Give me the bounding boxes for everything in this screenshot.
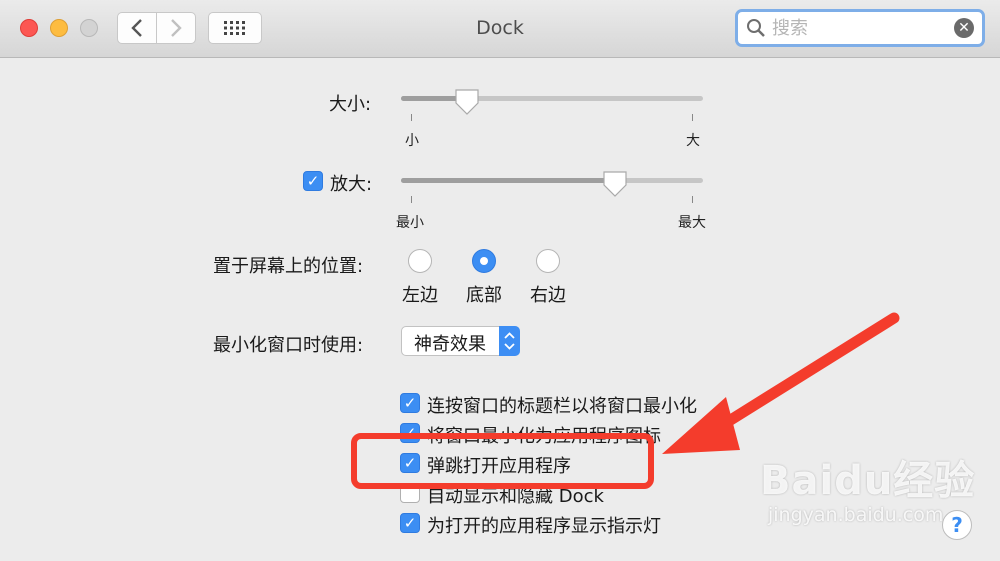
zoom-window-button[interactable] <box>80 19 98 37</box>
size-tick-max <box>692 114 693 121</box>
title-bar: Dock ✕ <box>0 0 1000 58</box>
watermark-brand: Baidu经验 <box>760 458 976 504</box>
chevron-right-icon <box>171 19 182 37</box>
magnification-slider-fill <box>401 178 615 183</box>
window-title: Dock <box>476 17 524 39</box>
grid-icon <box>224 21 245 35</box>
minimize-effect-label: 最小化窗口时使用: <box>213 335 364 356</box>
position-left-radio[interactable] <box>408 249 432 273</box>
option-label-double-click-minimize: 连按窗口的标题栏以将窗口最小化 <box>427 396 697 417</box>
magnification-max-label: 最大 <box>678 215 706 231</box>
annotation-highlight-box <box>351 433 654 489</box>
magnification-tick-min <box>411 196 412 203</box>
clear-search-icon[interactable]: ✕ <box>954 18 974 38</box>
search-input[interactable] <box>772 15 942 41</box>
close-window-button[interactable] <box>20 19 38 37</box>
updown-arrows-icon <box>499 326 520 356</box>
size-slider[interactable] <box>401 96 703 101</box>
magnification-slider[interactable] <box>401 178 703 183</box>
magnification-slider-thumb[interactable] <box>602 170 628 198</box>
position-right-radio[interactable] <box>536 249 560 273</box>
size-min-label: 小 <box>405 133 419 149</box>
minimize-effect-select[interactable]: 神奇效果 <box>401 326 520 356</box>
magnification-label: 放大: <box>330 174 373 195</box>
size-tick-min <box>411 114 412 121</box>
position-right-label: 右边 <box>530 285 566 306</box>
search-icon <box>747 19 765 37</box>
position-bottom-label: 底部 <box>466 285 502 306</box>
back-button[interactable] <box>117 12 157 44</box>
minimize-effect-value: 神奇效果 <box>414 334 486 355</box>
magnification-tick-max <box>692 196 693 203</box>
position-label: 置于屏幕上的位置: <box>213 256 364 277</box>
chevron-left-icon <box>131 19 142 37</box>
show-all-button[interactable] <box>208 12 262 44</box>
position-bottom-radio[interactable] <box>472 249 496 273</box>
magnification-min-label: 最小 <box>396 215 424 231</box>
baidu-watermark: Baidu经验 jingyan.baidu.com <box>760 448 975 526</box>
option-checkbox-double-click-minimize[interactable]: ✓ <box>400 393 420 413</box>
size-max-label: 大 <box>686 133 700 149</box>
help-button[interactable]: ? <box>942 510 972 540</box>
magnification-checkbox[interactable]: ✓ <box>303 171 323 191</box>
size-slider-thumb[interactable] <box>454 88 480 116</box>
size-label: 大小: <box>329 94 372 115</box>
position-left-label: 左边 <box>402 285 438 306</box>
forward-button[interactable] <box>156 12 196 44</box>
option-checkbox-show-indicators[interactable]: ✓ <box>400 513 420 533</box>
search-field[interactable]: ✕ <box>735 9 985 47</box>
minimize-window-button[interactable] <box>50 19 68 37</box>
option-label-show-indicators: 为打开的应用程序显示指示灯 <box>427 516 661 537</box>
